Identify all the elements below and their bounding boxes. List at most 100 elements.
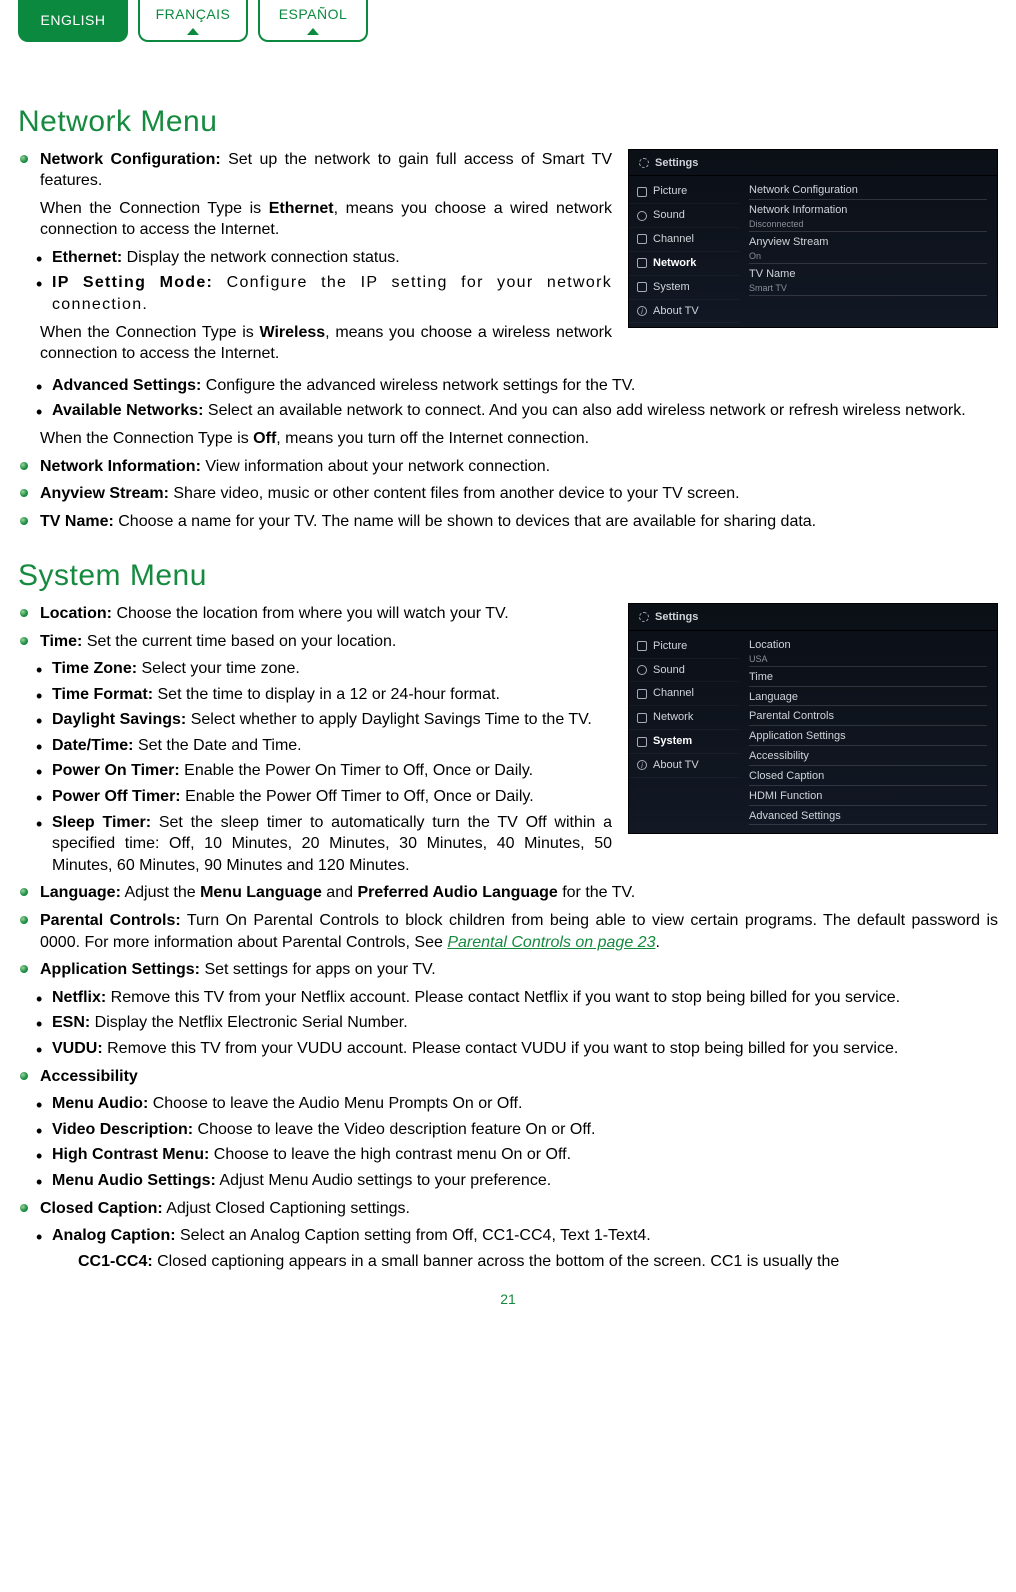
list-item: Daylight Savings: Select whether to appl… <box>18 709 998 731</box>
desc: Choose to leave the Audio Menu Prompts O… <box>148 1095 522 1112</box>
term: VUDU: <box>52 1040 103 1057</box>
heading-network-menu: Network Menu <box>18 102 998 143</box>
desc: Choose a name for your TV. The name will… <box>114 513 816 530</box>
sidebar-item-label: Channel <box>653 232 694 247</box>
list-item: Available Networks: Select an available … <box>18 400 998 422</box>
text: When the Connection Type is <box>40 200 269 217</box>
list-item: Language: Adjust the Menu Language and P… <box>18 882 998 904</box>
list-item: VUDU: Remove this TV from your VUDU acco… <box>18 1038 998 1060</box>
list-item: High Contrast Menu: Choose to leave the … <box>18 1144 998 1166</box>
term: Power Off Timer: <box>52 788 181 805</box>
list-item: Application Settings: Set settings for a… <box>18 959 998 981</box>
text: for the TV. <box>558 884 635 901</box>
paragraph: When the Connection Type is Off, means y… <box>18 428 998 450</box>
text: When the Connection Type is <box>40 430 253 447</box>
term: Analog Caption: <box>52 1227 176 1244</box>
desc: View information about your network conn… <box>201 458 550 475</box>
desc: Select whether to apply Daylight Savings… <box>186 711 592 728</box>
term: Location: <box>40 605 112 622</box>
settings-row-value: Disconnected <box>749 218 987 230</box>
term: High Contrast Menu: <box>52 1146 209 1163</box>
list-item: TV Name: Choose a name for your TV. The … <box>18 511 998 533</box>
term: Advanced Settings: <box>52 377 201 394</box>
text: Adjust the <box>121 884 200 901</box>
desc: Select an Analog Caption setting from Of… <box>176 1227 651 1244</box>
link-parental-controls[interactable]: Parental Controls on page 23 <box>447 934 655 951</box>
term: TV Name: <box>40 513 114 530</box>
list-item: Network Information: View information ab… <box>18 456 998 478</box>
desc: Set settings for apps on your TV. <box>200 961 436 978</box>
term: Available Networks: <box>52 402 203 419</box>
desc: Set the Date and Time. <box>134 737 302 754</box>
term: Time Format: <box>52 686 153 703</box>
term: Menu Language <box>200 884 322 901</box>
list-item: Location: Choose the location from where… <box>18 603 998 625</box>
triangle-up-icon <box>187 28 199 35</box>
list-item: Accessibility <box>18 1066 998 1088</box>
list-item: Menu Audio Settings: Adjust Menu Audio s… <box>18 1170 998 1192</box>
desc: Set the current time based on your locat… <box>82 633 396 650</box>
tab-label: ESPAÑOL <box>279 5 348 24</box>
term: Wireless <box>260 324 326 341</box>
tab-label: FRANÇAIS <box>156 5 231 24</box>
term: Parental Controls: <box>40 912 181 929</box>
page-number: 21 <box>18 1290 998 1309</box>
term: Accessibility <box>40 1068 138 1085</box>
list-item: Netflix: Remove this TV from your Netfli… <box>18 987 998 1009</box>
tab-espanol[interactable]: ESPAÑOL <box>258 0 368 42</box>
term: Power On Timer: <box>52 762 180 779</box>
tab-english[interactable]: ENGLISH <box>18 0 128 42</box>
desc: Choose to leave the Video description fe… <box>193 1121 595 1138</box>
term: IP Setting Mode: <box>52 274 213 291</box>
desc: Display the network connection status. <box>122 249 399 266</box>
list-item: Closed Caption: Adjust Closed Captioning… <box>18 1198 998 1220</box>
list-item: Video Description: Choose to leave the V… <box>18 1119 998 1141</box>
list-item: Power Off Timer: Enable the Power Off Ti… <box>18 786 998 808</box>
term: Menu Audio: <box>52 1095 148 1112</box>
heading-system-menu: System Menu <box>18 556 998 597</box>
term: Application Settings: <box>40 961 200 978</box>
list-item: Menu Audio: Choose to leave the Audio Me… <box>18 1093 998 1115</box>
term: Language: <box>40 884 121 901</box>
desc: Adjust Closed Captioning settings. <box>163 1200 410 1217</box>
term: Anyview Stream: <box>40 485 169 502</box>
term: CC1-CC4: <box>78 1253 153 1270</box>
text: and <box>322 884 358 901</box>
term: Menu Audio Settings: <box>52 1172 216 1189</box>
desc: Choose to leave the high contrast menu O… <box>209 1146 571 1163</box>
term: ESN: <box>52 1014 90 1031</box>
desc: Enable the Power On Timer to Off, Once o… <box>180 762 533 779</box>
text: , means you turn off the Internet connec… <box>276 430 589 447</box>
term: Daylight Savings: <box>52 711 186 728</box>
term: Closed Caption: <box>40 1200 163 1217</box>
desc: Set the time to display in a 12 or 24-ho… <box>153 686 500 703</box>
term: Ethernet: <box>52 249 122 266</box>
desc: Display the Netflix Electronic Serial Nu… <box>90 1014 407 1031</box>
desc: Select an available network to connect. … <box>203 402 965 419</box>
menu-icon <box>637 211 647 221</box>
list-item: Date/Time: Set the Date and Time. <box>18 735 998 757</box>
list-item: Power On Timer: Enable the Power On Time… <box>18 760 998 782</box>
desc: Select your time zone. <box>137 660 300 677</box>
term: Preferred Audio Language <box>357 884 557 901</box>
language-tabs: ENGLISH FRANÇAIS ESPAÑOL <box>18 0 998 42</box>
text: . <box>655 934 659 951</box>
settings-row-label: Network Information <box>749 203 987 218</box>
desc: Remove this TV from your Netflix account… <box>106 989 900 1006</box>
desc: Share video, music or other content file… <box>169 485 740 502</box>
tab-francais[interactable]: FRANÇAIS <box>138 0 248 42</box>
menu-icon <box>637 234 647 244</box>
tab-label: ENGLISH <box>41 11 106 30</box>
list-item: IP Setting Mode: Configure the IP settin… <box>18 272 998 315</box>
triangle-up-icon <box>307 28 319 35</box>
term: Time Zone: <box>52 660 137 677</box>
term: Network Information: <box>40 458 201 475</box>
term: Ethernet <box>269 200 334 217</box>
list-item: Time Zone: Select your time zone. <box>18 658 998 680</box>
list-item: Advanced Settings: Configure the advance… <box>18 375 998 397</box>
term: Netflix: <box>52 989 106 1006</box>
text: When the Connection Type is <box>40 324 260 341</box>
list-item: Parental Controls: Turn On Parental Cont… <box>18 910 998 953</box>
paragraph: CC1-CC4: Closed captioning appears in a … <box>18 1251 998 1273</box>
text: Closed captioning appears in a small ban… <box>153 1253 840 1270</box>
